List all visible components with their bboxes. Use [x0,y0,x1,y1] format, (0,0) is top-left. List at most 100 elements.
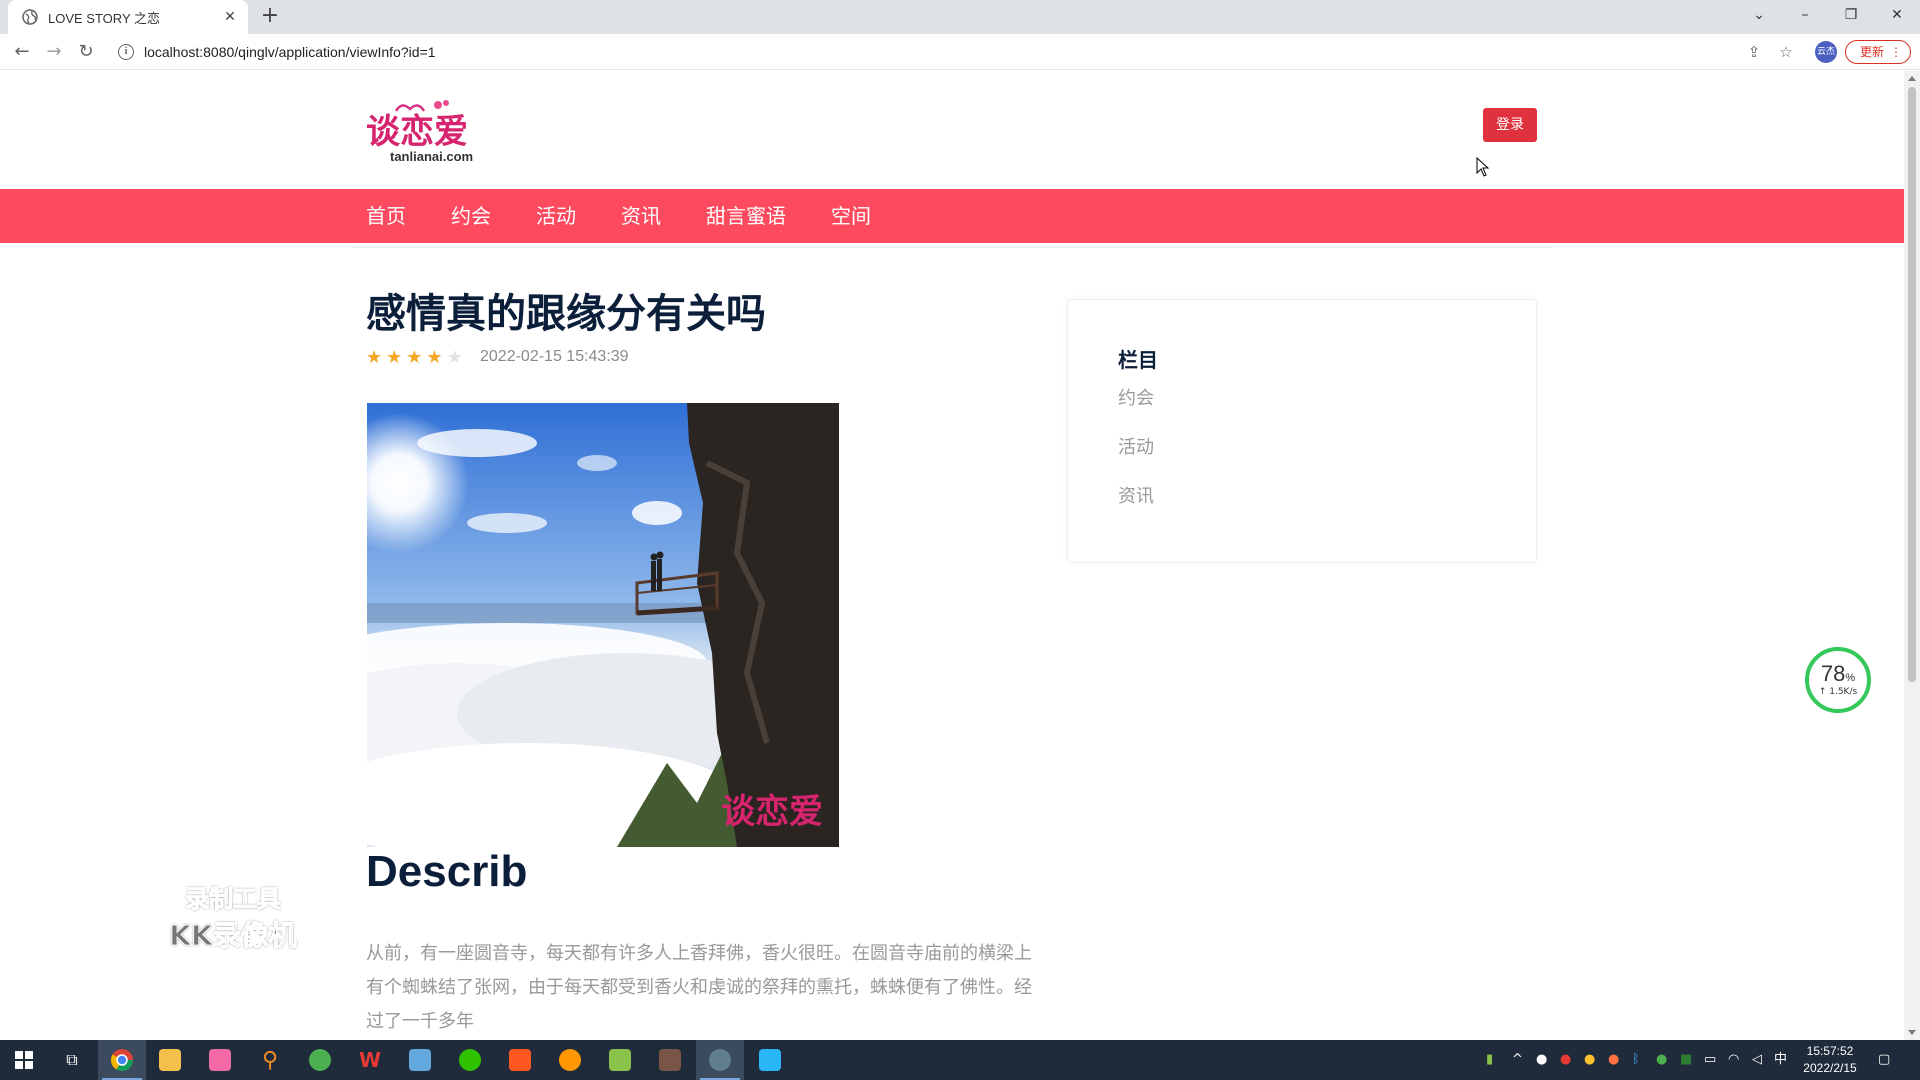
app-icon-gear[interactable] [646,1040,694,1080]
tray-network-icon[interactable]: ▭ [1704,1040,1716,1080]
app-icon-green[interactable] [296,1040,344,1080]
file-explorer-icon[interactable] [146,1040,194,1080]
star-icon: ★ [446,347,463,368]
page-scrollbar[interactable] [1904,71,1920,1040]
scroll-up-icon[interactable] [1908,76,1916,81]
notepad-icon[interactable] [596,1040,644,1080]
sidebar-item-activities[interactable]: 活动 [1118,433,1154,459]
wps-icon[interactable]: W [346,1040,394,1080]
wechat-icon[interactable] [446,1040,494,1080]
share-icon[interactable]: ⇪ [1744,42,1764,62]
nav-item-activities[interactable]: 活动 [536,189,576,243]
net-percent: 78 [1820,661,1846,686]
chrome-taskbar-icon[interactable] [98,1040,146,1080]
windows-logo-icon [15,1051,33,1069]
scroll-down-icon[interactable] [1908,1030,1916,1035]
main-nav: 首页 约会 活动 资讯 甜言蜜语 空间 [0,189,1904,243]
forward-icon[interactable]: → [42,40,66,64]
nav-divider [352,247,1552,248]
close-window-icon[interactable]: ✕ [1874,0,1920,30]
login-button[interactable]: 登录 [1483,108,1537,142]
rating-stars: ★ ★ ★ ★ ★ [366,349,463,367]
nav-item-news[interactable]: 资讯 [621,189,661,243]
article-description: 从前，有一座圆音寺，每天都有许多人上香拜佛，香火很旺。在圆音寺庙前的横梁上有个蜘… [366,943,1032,1032]
tray-app-icon-orange[interactable]: ● [1608,1040,1619,1080]
tray-mic-icon[interactable]: ● [1536,1040,1547,1080]
recorder-watermark: 录制工具 KK录像机 [158,879,308,953]
tray-wifi-icon[interactable]: ◠ [1728,1040,1739,1080]
update-button[interactable]: 更新 ⋮ [1845,40,1911,64]
browser-toolbar: ← → ↻ i localhost:8080/qinglv/applicatio… [0,34,1920,70]
tray-volume-icon[interactable]: ◁ [1752,1040,1762,1080]
nav-item-sweet-words[interactable]: 甜言蜜语 [706,189,786,243]
article-title: 感情真的跟缘分有关吗 [366,291,766,337]
image-watermark: 谈恋爱 [721,792,823,832]
tray-bluetooth-icon[interactable]: ᛒ [1632,1040,1640,1080]
app-icon-blue[interactable] [396,1040,444,1080]
sidebar-item-dating[interactable]: 约会 [1118,384,1154,410]
tab-search-icon[interactable]: ⌄ [1736,0,1782,30]
app-icon-photo[interactable] [746,1040,794,1080]
windows-taskbar: ⧉ ⚲ W ▮ ^ ● ● ● ● ᛒ ● ■ ▭ ◠ ◁ 中 15:57:52… [0,1040,1920,1080]
restore-icon[interactable]: ❐ [1828,0,1874,30]
close-tab-icon[interactable]: ✕ [222,9,238,25]
app-icon-pink[interactable] [196,1040,244,1080]
watermark-line2: KK录像机 [169,919,297,953]
category-sidebar: 栏目 约会 活动 资讯 [1067,299,1537,563]
nav-item-home[interactable]: 首页 [366,189,406,243]
browser-tab[interactable]: LOVE STORY 之恋 ✕ [8,0,248,34]
logo-text: 谈恋爱 [366,112,468,152]
bookmark-star-icon[interactable]: ☆ [1776,42,1796,62]
scroll-thumb[interactable] [1908,87,1916,682]
sidebar-title: 栏目 [1118,348,1158,372]
nav-item-space[interactable]: 空间 [831,189,871,243]
url-text[interactable]: localhost:8080/qinglv/application/viewIn… [144,44,435,60]
article-image: 谈恋爱 [367,403,839,847]
clock-time: 15:57:52 [1806,1044,1854,1058]
minimize-icon[interactable]: – [1782,0,1828,30]
logo-graphic: 谈恋爱 tanlianai.com [366,100,473,164]
taskbar-clock[interactable]: 15:57:52 2022/2/15 [1790,1043,1870,1077]
address-bar[interactable]: i localhost:8080/qinglv/application/view… [110,37,1810,67]
logo-subtext: tanlianai.com [390,149,473,164]
net-percent-unit: % [1845,672,1856,684]
nav-item-dating[interactable]: 约会 [451,189,491,243]
page-viewport: 谈恋爱 tanlianai.com 登录 首页 约会 活动 资讯 甜言蜜语 空间… [0,71,1904,1040]
star-icon: ★ [426,347,443,368]
tray-app-icon-yellow[interactable]: ● [1584,1040,1595,1080]
network-speed-widget[interactable]: 78% ↑ 1.5K/s [1805,647,1871,713]
globe-icon [22,9,38,25]
tray-app-icon-green[interactable]: ■ [1680,1040,1692,1080]
browser-tabstrip: LOVE STORY 之恋 ✕ + ⌄ – ❐ ✕ [0,0,1920,34]
site-logo[interactable]: 谈恋爱 tanlianai.com [366,97,490,167]
tray-ime[interactable]: 中 [1774,1040,1787,1080]
tab-title: LOVE STORY 之恋 [48,10,160,26]
menu-dots-icon: ⋮ [1890,45,1902,59]
app-icon-orange[interactable] [496,1040,544,1080]
tray-wechat-icon[interactable]: ● [1656,1040,1667,1080]
update-label: 更新 [1860,45,1885,59]
net-speed: ↑ 1.5K/s [1818,687,1858,697]
star-icon: ★ [406,347,423,368]
new-tab-icon[interactable]: + [258,5,282,29]
site-info-icon[interactable]: i [118,44,134,60]
recorder-app-icon[interactable] [696,1040,744,1080]
profile-avatar[interactable]: 云杰 [1815,41,1837,63]
task-view-icon[interactable]: ⧉ [48,1040,96,1080]
back-icon[interactable]: ← [10,40,34,64]
sidebar-item-news[interactable]: 资讯 [1118,482,1154,508]
watermark-line1: 录制工具 [185,885,282,914]
reload-icon[interactable]: ↻ [74,40,98,64]
app-icon-face[interactable] [546,1040,594,1080]
star-icon: ★ [386,347,403,368]
tray-app-icon-red[interactable]: ● [1560,1040,1571,1080]
start-button[interactable] [0,1040,48,1080]
search-app-icon[interactable]: ⚲ [246,1040,294,1080]
notification-center-icon[interactable]: ▢ [1878,1040,1890,1080]
star-icon: ★ [366,347,383,368]
clock-date: 2022/2/15 [1803,1061,1857,1075]
tray-battery-icon[interactable]: ▮ [1486,1040,1493,1080]
article-date: 2022-02-15 15:43:39 [480,348,629,365]
tray-expand-icon[interactable]: ^ [1512,1040,1523,1080]
mouse-cursor-icon [1476,157,1490,177]
